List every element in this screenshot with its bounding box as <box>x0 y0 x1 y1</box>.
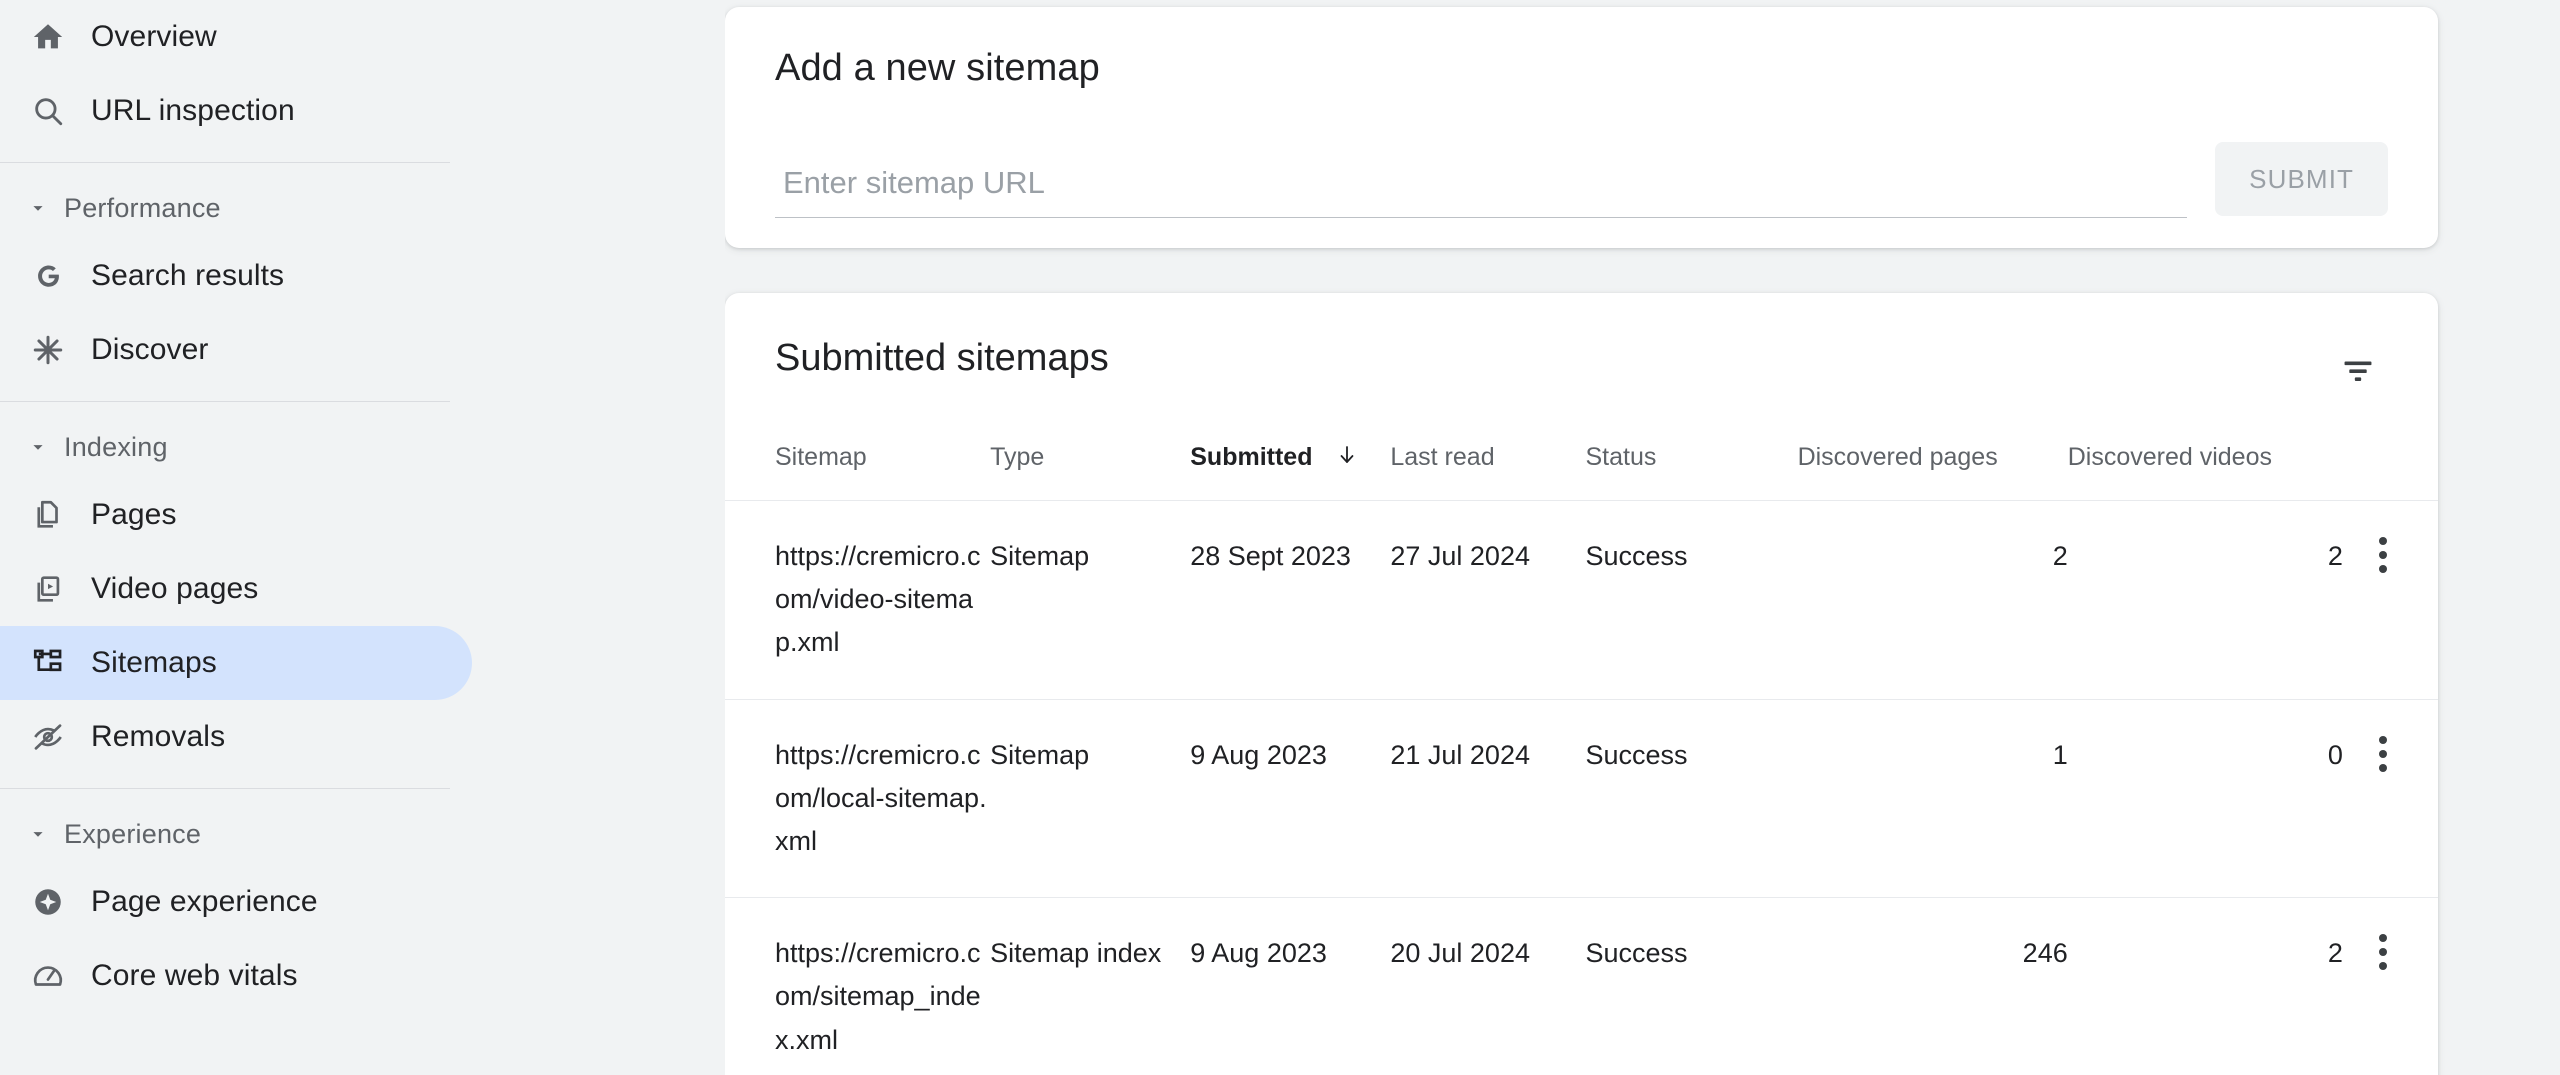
sidebar-section-experience[interactable]: Experience <box>0 803 725 865</box>
cell-submitted: 9 Aug 2023 <box>1190 897 1391 1075</box>
sidebar-item-label: Pages <box>91 498 177 531</box>
cell-sitemap-url[interactable]: https://cremicro.com/sitemap_index.xml <box>725 897 991 1075</box>
search-console-sitemaps-page: Overview URL inspection Performance Sear… <box>0 0 2560 1075</box>
sidebar-item-label: Core web vitals <box>91 959 298 992</box>
sidebar-divider <box>0 162 450 163</box>
sitemaps-icon <box>20 646 76 680</box>
search-icon <box>20 94 76 128</box>
pages-icon <box>20 498 76 532</box>
discover-asterisk-icon <box>20 333 76 367</box>
column-header-status[interactable]: Status <box>1585 443 1797 501</box>
cell-submitted: 9 Aug 2023 <box>1190 698 1391 898</box>
cell-type: Sitemap <box>990 698 1191 898</box>
sidebar-section-label: Indexing <box>64 431 168 462</box>
sidebar-item-removals[interactable]: Removals <box>0 700 472 774</box>
sidebar-item-label: Discover <box>91 333 209 366</box>
submitted-sitemaps-card: Submitted sitemaps Sitemap Type Submitte… <box>725 293 2438 1075</box>
status-badge: Success <box>1585 500 1798 700</box>
sidebar-section-label: Experience <box>64 818 202 849</box>
add-sitemap-card: Add a new sitemap SUBMIT <box>725 7 2438 248</box>
filter-list-icon[interactable] <box>2328 341 2388 401</box>
sitemaps-table-header: Sitemap Type Submitted Last read Status … <box>725 443 2438 501</box>
column-header-actions <box>2343 443 2438 501</box>
cell-last-read: 21 Jul 2024 <box>1390 698 1586 898</box>
add-sitemap-title: Add a new sitemap <box>775 47 1100 89</box>
page-experience-icon <box>20 885 76 919</box>
sitemaps-table-body: https://cremicro.com/video-sitemap.xml S… <box>725 500 2438 1075</box>
sidebar-item-label: Sitemaps <box>91 646 217 679</box>
cell-discovered-videos: 0 <box>2067 698 2343 898</box>
cell-discovered-pages: 246 <box>1797 897 2068 1075</box>
row-menu-cell <box>2342 698 2438 898</box>
cell-submitted: 28 Sept 2023 <box>1190 500 1391 700</box>
table-header-row: Sitemap Type Submitted Last read Status … <box>725 443 2438 501</box>
sidebar-item-sitemaps[interactable]: Sitemaps <box>0 626 472 700</box>
cell-sitemap-url[interactable]: https://cremicro.com/local-sitemap.xml <box>725 698 991 898</box>
sidebar-section-performance[interactable]: Performance <box>0 177 725 239</box>
sidebar-top-group: Overview URL inspection <box>0 0 725 148</box>
column-header-type[interactable]: Type <box>990 443 1190 501</box>
sort-descending-arrow-icon <box>1335 443 1359 474</box>
sitemaps-table: Sitemap Type Submitted Last read Status … <box>725 443 2438 1075</box>
sidebar-divider <box>0 788 450 789</box>
sidebar-item-label: Video pages <box>91 572 259 605</box>
chevron-down-icon <box>20 197 56 219</box>
sidebar-divider <box>0 401 450 402</box>
row-menu-cell <box>2342 897 2438 1075</box>
eye-off-icon <box>20 720 76 754</box>
column-header-submitted[interactable]: Submitted <box>1190 443 1390 501</box>
column-header-sitemap[interactable]: Sitemap <box>725 443 990 501</box>
submitted-sitemaps-title: Submitted sitemaps <box>775 337 1109 379</box>
sidebar-item-label: Search results <box>91 259 285 292</box>
cell-last-read: 20 Jul 2024 <box>1390 897 1586 1075</box>
speedometer-icon <box>20 959 76 993</box>
cell-discovered-videos: 2 <box>2067 897 2343 1075</box>
add-sitemap-form: SUBMIT <box>775 142 2388 218</box>
table-row[interactable]: https://cremicro.com/sitemap_index.xml S… <box>725 897 2438 1075</box>
cell-last-read: 27 Jul 2024 <box>1390 500 1586 700</box>
sidebar-item-label: Overview <box>91 20 217 53</box>
table-row[interactable]: https://cremicro.com/local-sitemap.xml S… <box>725 698 2438 898</box>
column-header-submitted-label: Submitted <box>1190 443 1313 471</box>
column-header-discovered-pages[interactable]: Discovered pages <box>1798 443 2068 501</box>
sidebar-item-overview[interactable]: Overview <box>0 0 472 74</box>
sidebar-section-indexing[interactable]: Indexing <box>0 416 725 478</box>
cell-discovered-videos: 2 <box>2067 500 2343 700</box>
sidebar-item-core-web-vitals[interactable]: Core web vitals <box>0 939 472 1013</box>
cell-sitemap-url[interactable]: https://cremicro.com/video-sitemap.xml <box>725 500 991 700</box>
sidebar-item-url-inspection[interactable]: URL inspection <box>0 74 472 148</box>
sidebar-item-discover[interactable]: Discover <box>0 313 472 387</box>
more-vert-icon[interactable] <box>2343 535 2388 575</box>
chevron-down-icon <box>20 436 56 458</box>
sidebar-item-label: URL inspection <box>91 94 295 127</box>
submitted-sitemaps-header: Submitted sitemaps <box>725 293 2438 401</box>
more-vert-icon[interactable] <box>2343 734 2388 774</box>
status-badge: Success <box>1585 897 1798 1075</box>
sidebar-navigation: Overview URL inspection Performance Sear… <box>0 0 725 1075</box>
sidebar-item-label: Removals <box>91 720 226 753</box>
sidebar-item-pages[interactable]: Pages <box>0 478 472 552</box>
video-pages-icon <box>20 572 76 606</box>
sidebar-item-label: Page experience <box>91 885 318 918</box>
column-header-discovered-videos[interactable]: Discovered videos <box>2068 443 2343 501</box>
chevron-down-icon <box>20 823 56 845</box>
table-row[interactable]: https://cremicro.com/video-sitemap.xml S… <box>725 500 2438 700</box>
home-icon <box>20 20 76 54</box>
sidebar-section-label: Performance <box>64 192 221 223</box>
submit-button[interactable]: SUBMIT <box>2215 142 2388 216</box>
sidebar-item-search-results[interactable]: Search results <box>0 239 472 313</box>
sitemap-url-input[interactable] <box>775 165 2188 218</box>
row-menu-cell <box>2342 500 2438 700</box>
cell-discovered-pages: 2 <box>1797 500 2068 700</box>
status-badge: Success <box>1585 698 1798 898</box>
google-g-icon <box>20 259 76 293</box>
cell-type: Sitemap index <box>990 897 1191 1075</box>
sidebar-item-video-pages[interactable]: Video pages <box>0 552 472 626</box>
cell-discovered-pages: 1 <box>1797 698 2068 898</box>
cell-type: Sitemap <box>990 500 1191 700</box>
more-vert-icon[interactable] <box>2343 932 2388 972</box>
column-header-last-read[interactable]: Last read <box>1390 443 1585 501</box>
main-content: Add a new sitemap SUBMIT Submitted sitem… <box>725 0 2560 1075</box>
sidebar-item-page-experience[interactable]: Page experience <box>0 865 472 939</box>
